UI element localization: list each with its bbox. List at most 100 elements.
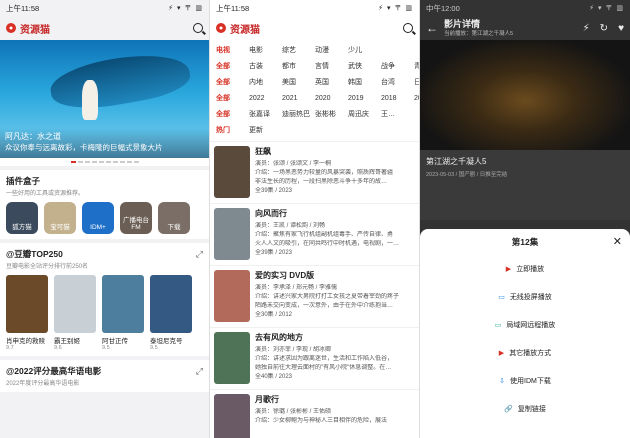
filter-option[interactable]: 周迅庆: [348, 109, 381, 119]
status-bar: 上午11:58 ⚡ ▾ 〒 ▥: [0, 0, 209, 16]
filter-option[interactable]: 全部: [216, 109, 249, 119]
video-player[interactable]: [420, 40, 630, 150]
filter-option[interactable]: 青春: [414, 61, 419, 71]
detail-title: 影片详情: [444, 18, 481, 29]
action-label: 使用IDM下载: [510, 378, 551, 385]
search-icon[interactable]: [193, 23, 203, 33]
movie-meta: 全30集 / 2012: [255, 312, 293, 318]
movie-item[interactable]: 去有风的地方演员：刘亦菲 / 李现 / 胡冰卿介绍：讲述求因为跟离迷世，生活和工…: [210, 327, 419, 389]
filter-option[interactable]: 热门: [216, 125, 249, 135]
filter-option[interactable]: 2018: [381, 95, 414, 102]
poster-item[interactable]: 霸王别姬 9.6: [54, 275, 96, 351]
filter-option[interactable]: 全部: [216, 77, 249, 87]
filter-option[interactable]: 都市: [282, 61, 315, 71]
top250-title: @豆瓣TOP250: [6, 249, 63, 259]
search-icon[interactable]: [403, 23, 413, 33]
filter-option[interactable]: 2022: [249, 95, 282, 102]
refresh-icon[interactable]: ↻: [600, 23, 608, 34]
filter-option[interactable]: 综艺: [282, 45, 315, 55]
plugin-image: 宝可猫: [44, 202, 76, 234]
sheet-action[interactable]: ▭ 无线投屏播放: [420, 283, 630, 311]
poster-image: [54, 275, 96, 333]
poster-score: 9.5: [150, 345, 158, 351]
plugin-image: 狐方猫: [6, 202, 38, 234]
detail-toolbar: ← 影片详情 当前播放：第江湖之千凝人5 ⚡ ↻ ♥: [420, 16, 630, 40]
filter-option[interactable]: 古装: [249, 61, 282, 71]
expand-icon[interactable]: ⤢: [196, 249, 203, 260]
movie-info: 去有风的地方演员：刘亦菲 / 李现 / 胡冰卿介绍：讲述求因为跟离迷世，生活和工…: [255, 332, 415, 385]
action-icon: ▭: [494, 322, 502, 329]
movie-intro: 介绍：讲述求因为跟离迷世，生活和工作陷入低谷，: [255, 356, 394, 362]
filter-option[interactable]: 电影: [249, 45, 282, 55]
filter-option[interactable]: 台湾: [381, 77, 414, 87]
movie-cast: 演员：刘亦菲 / 李现 / 胡冰卿: [255, 347, 332, 353]
filter-option[interactable]: 内地: [249, 77, 282, 87]
filter-option[interactable]: 2019: [348, 95, 381, 102]
movie-title: 向风而行: [255, 209, 287, 218]
filter-option[interactable]: 全部: [216, 93, 249, 103]
poster-name: 泰坦尼克号: [150, 338, 183, 345]
plugin-item[interactable]: 狐方猫: [6, 202, 38, 234]
plugin-item[interactable]: 下载: [158, 202, 190, 234]
filter-option[interactable]: 日本: [414, 77, 419, 87]
back-arrow-icon[interactable]: ←: [426, 21, 438, 35]
filter-option[interactable]: 王…: [381, 109, 414, 119]
banner[interactable]: 阿凡达：水之道 众议你奉与远离故彩，卡梅隆的巨幅式景象大片: [0, 40, 209, 158]
filter-row: 电视 电影 综艺 动漫 少儿: [216, 42, 413, 58]
filter-option[interactable]: 迪丽热巴: [282, 109, 315, 119]
status-bar: 中午12:00 ⚡ ▾ 〒 ▥: [420, 0, 630, 16]
sheet-action[interactable]: ▶ 其它播放方式: [420, 339, 630, 367]
expand-icon[interactable]: ⤢: [196, 366, 203, 377]
plugin-item[interactable]: 宝可猫: [44, 202, 76, 234]
action-label: 复制链接: [517, 406, 546, 413]
poster-item[interactable]: 泰坦尼克号 9.5: [150, 275, 192, 351]
filter-option[interactable]: 言情: [315, 61, 348, 71]
sheet-action[interactable]: ⇩ 使用IDM下载: [420, 367, 630, 395]
sheet-action[interactable]: ▶ 立即播放: [420, 255, 630, 283]
action-icon: ▶: [498, 350, 505, 357]
filter-option[interactable]: 武侠: [348, 61, 381, 71]
filter-option[interactable]: 韩国: [348, 77, 381, 87]
movie-intro: 介绍：少女柳鲍为与神秘人三目相伴的危险，展法: [255, 418, 388, 424]
filter-option[interactable]: 全部: [216, 61, 249, 71]
movie-item[interactable]: 月歌行 演员：徐璐 / 张彬彬 / 王佑硕 介绍：少女柳鲍为与神秘人三目相伴的危险，…: [210, 389, 419, 438]
plugin-box-title: 插件盒子: [6, 176, 41, 186]
movie-title: 去有风的地方: [255, 333, 303, 342]
lightning-icon[interactable]: ⚡: [583, 23, 590, 34]
movie-item[interactable]: 向风而行 演员：王凯 / 谭松韵 / 刘畅 介绍：聚焦有家飞行机组副机组毒手、严传自…: [210, 203, 419, 265]
movie-meta: 全39集 / 2023: [255, 250, 293, 256]
plugin-image: 广播电台FM: [120, 202, 152, 234]
app-title: 资源猫: [20, 24, 50, 36]
poster-name: 霸王别姬: [54, 338, 80, 345]
movie-item[interactable]: 爱的实习 DVD版 演员：李承泽 / 郑元畅 / 李雅儒 介绍：讲述兴家大男院打打工…: [210, 265, 419, 327]
filter-option[interactable]: 2021: [282, 95, 315, 102]
top250-section: @豆瓣TOP250 ⤢ 豆瓣电影全站评分排行前250名 肖申克的救赎 9.7 霸王别…: [0, 243, 209, 356]
banner-subtitle: 众议你奉与远离故彩，卡梅隆的巨幅式景象大片: [5, 143, 163, 152]
poster-score: 9.5: [102, 345, 110, 351]
filter-option[interactable]: 动漫: [315, 45, 348, 55]
filter-option[interactable]: 电视: [216, 45, 249, 55]
sheet-action[interactable]: ▭ 局域网远程播放: [420, 311, 630, 339]
movie-item[interactable]: 狂飙 演员：张颂 / 张颂文 / 李一桐 介绍：一场黑恶势力较量的风暴突袭，照质辉哥…: [210, 141, 419, 203]
filter-option[interactable]: 战争: [381, 61, 414, 71]
filter-option[interactable]: 少儿: [348, 45, 381, 55]
close-icon[interactable]: ✕: [613, 235, 622, 248]
plugin-item[interactable]: 广播电台FM: [120, 202, 152, 234]
poster-item[interactable]: 肖申克的救赎 9.7: [6, 275, 48, 351]
filter-option[interactable]: 英国: [315, 77, 348, 87]
movie-intro: 介绍：聚焦有家飞行机组副机组毒手、严传自律、勇: [255, 232, 394, 238]
sheet-action[interactable]: 🔗 复制链接: [420, 395, 630, 423]
filter-option[interactable]: 2020: [315, 95, 348, 102]
plugin-item[interactable]: IDM+: [82, 202, 114, 234]
filter-option[interactable]: 更新: [249, 125, 282, 135]
filter-option[interactable]: 张彬彬: [315, 109, 348, 119]
poster-image: [6, 275, 48, 333]
filter-option[interactable]: 美国: [282, 77, 315, 87]
poster-item[interactable]: 阿甘正传 9.5: [102, 275, 144, 351]
heart-icon[interactable]: ♥: [618, 23, 624, 34]
movie-intro: 介绍：讲述兴家大男院打打工女孩之夏带着宰劲的疼子: [255, 294, 400, 300]
movie-info: 狂飙 演员：张颂 / 张颂文 / 李一桐 介绍：一场黑恶势力较量的风暴突袭，照质辉哥…: [255, 146, 415, 199]
filter-option[interactable]: 张嘉译: [249, 109, 282, 119]
filter-option[interactable]: 201: [414, 95, 419, 102]
movie-cast: 演员：张颂 / 张颂文 / 李一桐: [255, 161, 332, 167]
